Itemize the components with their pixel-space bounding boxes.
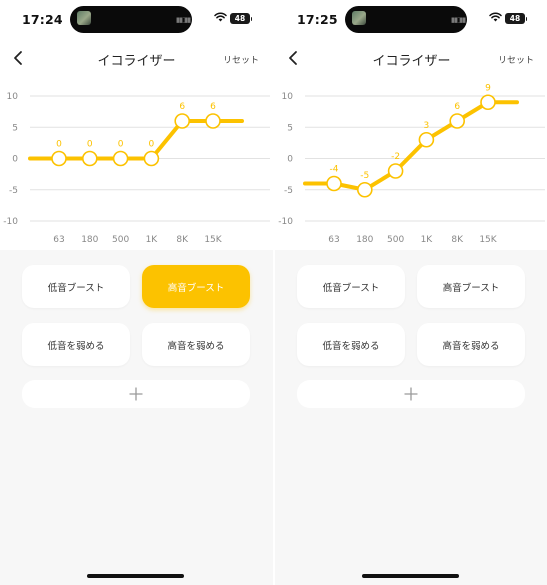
nav-bar: イコライザー リセット xyxy=(275,40,547,78)
equalizer-screen-right: 17:25 ▮▮▯▮▮ 48 イコライザー リセット 10 5 0 -5 -10 -4 63… xyxy=(275,0,547,585)
eq-value-label: 9 xyxy=(485,83,491,93)
audio-waveform-icon: ▮▮▯▮▮ xyxy=(451,16,466,24)
home-indicator[interactable] xyxy=(362,574,459,578)
battery-icon: 48 xyxy=(505,13,527,24)
y-tick-label: 0 xyxy=(287,155,293,165)
eq-handle-1K[interactable] xyxy=(143,150,160,167)
audio-waveform-icon: ▮▮▯▮▮ xyxy=(176,16,191,24)
now-playing-artwork-icon xyxy=(77,11,91,25)
eq-handle-1K[interactable] xyxy=(418,131,435,148)
preset-label: 高音ブースト xyxy=(442,282,500,294)
eq-value-label: 0 xyxy=(118,140,124,150)
eq-value-label: 0 xyxy=(56,140,62,150)
preset-bass-boost-button[interactable]: 低音ブースト xyxy=(22,265,130,308)
equalizer-screen-left: 17:24 ▮▮▯▮▮ 48 イコライザー リセット 10 5 0 -5 -10 0 63 0… xyxy=(0,0,273,585)
preset-bass-reduce-button[interactable]: 低音を弱める xyxy=(22,323,130,366)
eq-handle-500[interactable] xyxy=(112,150,129,167)
preset-label: 高音ブースト xyxy=(167,282,225,294)
dynamic-island: ▮▮▯▮▮ xyxy=(70,6,192,33)
preset-treble-reduce-button[interactable]: 高音を弱める xyxy=(417,323,525,366)
y-tick-label: -5 xyxy=(9,186,18,196)
y-tick-label: 5 xyxy=(287,123,293,133)
x-tick-label: 1K xyxy=(146,235,159,245)
plus-icon xyxy=(129,387,143,401)
app-comparison: 17:24 ▮▮▯▮▮ 48 イコライザー リセット 10 5 0 -5 -10 0 63 0… xyxy=(0,0,547,585)
eq-value-label: 6 xyxy=(454,102,460,112)
y-tick-label: -10 xyxy=(3,217,18,227)
dynamic-island: ▮▮▯▮▮ xyxy=(345,6,467,33)
y-tick-label: -5 xyxy=(284,186,293,196)
eq-handle-15K[interactable] xyxy=(205,113,221,129)
nav-bar: イコライザー リセット xyxy=(0,40,273,78)
x-tick-label: 63 xyxy=(328,235,339,245)
eq-value-label: 0 xyxy=(149,140,155,150)
eq-value-label: 6 xyxy=(210,102,216,112)
equalizer-svg[interactable]: 10 5 0 -5 -10 0 63 0 180 0 500 0 1K 6 8K 6 15K xyxy=(0,78,273,250)
status-time: 17:25 xyxy=(297,12,338,27)
x-tick-label: 180 xyxy=(81,235,98,245)
preset-treble-reduce-button[interactable]: 高音を弱める xyxy=(142,323,250,366)
preset-bass-reduce-button[interactable]: 低音を弱める xyxy=(297,323,405,366)
reset-button[interactable]: リセット xyxy=(223,53,259,66)
x-tick-label: 15K xyxy=(479,235,497,245)
preset-treble-boost-button[interactable]: 高音ブースト xyxy=(142,265,250,308)
add-preset-button[interactable] xyxy=(22,380,250,408)
x-tick-label: 180 xyxy=(356,235,373,245)
x-tick-label: 8K xyxy=(176,235,189,245)
now-playing-artwork-icon xyxy=(352,11,366,25)
eq-handle-180[interactable] xyxy=(357,181,373,198)
x-tick-label: 500 xyxy=(387,235,404,245)
home-indicator[interactable] xyxy=(87,574,184,578)
x-tick-label: 15K xyxy=(204,235,222,245)
y-tick-label: 0 xyxy=(12,155,18,165)
eq-handle-15K[interactable] xyxy=(480,94,496,111)
eq-handle-8K[interactable] xyxy=(449,113,465,129)
eq-value-label: 0 xyxy=(87,140,93,150)
eq-handle-180[interactable] xyxy=(82,150,98,167)
preset-label: 低音ブースト xyxy=(322,282,380,294)
eq-handle-8K[interactable] xyxy=(174,113,190,129)
eq-value-label: 6 xyxy=(179,102,185,112)
preset-label: 高音を弱める xyxy=(167,340,225,352)
wifi-icon xyxy=(214,12,227,22)
x-tick-label: 8K xyxy=(451,235,464,245)
eq-handle-63[interactable] xyxy=(51,150,67,167)
preset-label: 低音ブースト xyxy=(47,282,105,294)
status-time: 17:24 xyxy=(22,12,63,27)
equalizer-svg[interactable]: 10 5 0 -5 -10 -4 63 -5 180 -2 500 3 1K 6 8K 9 15K xyxy=(275,78,547,250)
eq-value-label: -4 xyxy=(330,165,339,175)
equalizer-chart[interactable]: 10 5 0 -5 -10 0 63 0 180 0 500 0 1K 6 8K 6 15K xyxy=(0,78,273,250)
plus-icon xyxy=(404,387,418,401)
preset-label: 高音を弱める xyxy=(442,340,500,352)
status-bar: 17:25 ▮▮▯▮▮ 48 xyxy=(275,0,547,40)
add-preset-button[interactable] xyxy=(297,380,525,408)
reset-button[interactable]: リセット xyxy=(498,53,534,66)
equalizer-chart[interactable]: 10 5 0 -5 -10 -4 63 -5 180 -2 500 3 1K 6 8K 9 15K xyxy=(275,78,547,250)
y-tick-label: 5 xyxy=(12,123,18,133)
battery-icon: 48 xyxy=(230,13,252,24)
preset-bass-boost-button[interactable]: 低音ブースト xyxy=(297,265,405,308)
y-tick-label: 10 xyxy=(282,92,294,102)
eq-value-label: -5 xyxy=(360,171,369,181)
eq-value-label: 3 xyxy=(424,121,430,131)
eq-handle-63[interactable] xyxy=(326,175,342,192)
preset-label: 低音を弱める xyxy=(322,340,380,352)
x-tick-label: 1K xyxy=(421,235,434,245)
eq-handle-500[interactable] xyxy=(387,163,404,179)
preset-treble-boost-button[interactable]: 高音ブースト xyxy=(417,265,525,308)
preset-label: 低音を弱める xyxy=(47,340,105,352)
y-tick-label: -10 xyxy=(278,217,293,227)
x-tick-label: 63 xyxy=(53,235,64,245)
status-bar: 17:24 ▮▮▯▮▮ 48 xyxy=(0,0,273,40)
y-tick-label: 10 xyxy=(7,92,19,102)
eq-value-label: -2 xyxy=(391,152,400,162)
wifi-icon xyxy=(489,12,502,22)
x-tick-label: 500 xyxy=(112,235,129,245)
